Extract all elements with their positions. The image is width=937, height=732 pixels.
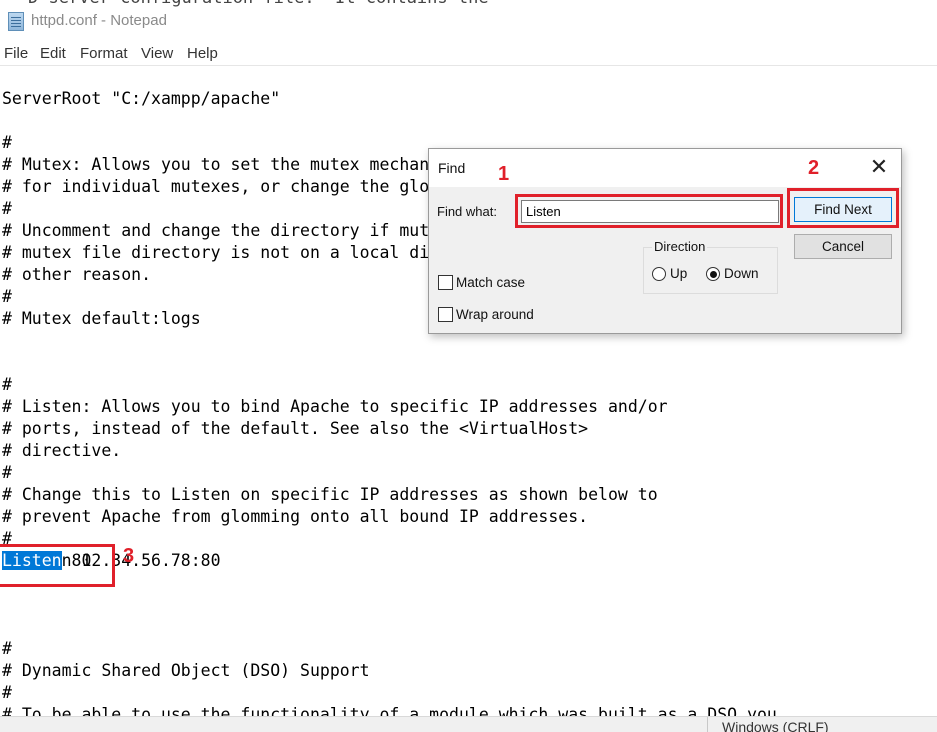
editor-line: # To be able to use the functionality of… [2, 705, 777, 716]
match-case-label: Match case [456, 275, 526, 290]
find-dialog-title: Find [438, 160, 466, 176]
background-window-text: D server configuration file. It contains… [28, 0, 489, 8]
editor-line: # Mutex: Allows you to set the mutex mec… [2, 155, 430, 174]
editor-line: # mutex file directory is not on a local… [2, 243, 430, 262]
editor-line: # other reason. [2, 265, 152, 284]
annotation-number-2: 2 [808, 157, 820, 179]
menu-help[interactable]: Help [187, 45, 218, 62]
status-bar: Windows (CRLF) [0, 716, 937, 732]
window-title: httpd.conf - Notepad [31, 12, 167, 29]
editor-line: # [2, 199, 12, 218]
wrap-around-label: Wrap around [456, 307, 534, 322]
editor-line: # [2, 133, 12, 152]
editor-line: # prevent Apache from glomming onto all … [2, 507, 589, 526]
annotation-number-1: 1 [498, 163, 510, 185]
match-case-checkbox[interactable] [438, 275, 453, 290]
editor-line: # ports, instead of the default. See als… [2, 419, 589, 438]
notepad-icon [8, 12, 24, 31]
editor-line: # for individual mutexes, or change the … [2, 177, 430, 196]
direction-down-label: Down [724, 266, 759, 281]
wrap-around-checkbox[interactable] [438, 307, 453, 322]
direction-label: Direction [652, 239, 708, 254]
line-ending-status: Windows (CRLF) [722, 719, 829, 732]
editor-line: # Change this to Listen on specific IP a… [2, 485, 658, 504]
editor-line: # [2, 375, 12, 394]
direction-up-radio[interactable] [652, 267, 666, 281]
annotation-box-listen-line [0, 544, 115, 587]
direction-up-label: Up [670, 266, 688, 281]
cancel-button[interactable]: Cancel [794, 234, 892, 259]
menu-view[interactable]: View [141, 45, 173, 62]
editor-line: # [2, 287, 12, 306]
menu-edit[interactable]: Edit [40, 45, 66, 62]
editor-line: # Uncomment and change the directory if … [2, 221, 430, 240]
direction-down-radio[interactable] [706, 267, 720, 281]
title-bar: D server configuration file. It contains… [0, 0, 937, 42]
menu-format[interactable]: Format [80, 45, 128, 62]
editor-line: ServerRoot "C:/xampp/apache" [2, 89, 281, 108]
annotation-number-3: 3 [123, 545, 135, 567]
editor-line: # [2, 683, 12, 702]
annotation-box-find-next [787, 188, 899, 228]
menu-file[interactable]: File [4, 45, 28, 62]
annotation-box-find-input [515, 194, 783, 228]
menu-bar: File Edit Format View Help [0, 42, 937, 66]
editor-line: # Listen: Allows you to bind Apache to s… [2, 397, 668, 416]
editor-line: # directive. [2, 441, 122, 460]
editor-line: # Mutex default:logs [2, 309, 201, 328]
close-icon[interactable]: ✕ [865, 155, 893, 181]
editor-line: # Dynamic Shared Object (DSO) Support [2, 661, 370, 680]
find-what-label: Find what: [437, 204, 497, 219]
status-divider [707, 717, 708, 732]
editor-line: # [2, 639, 12, 658]
editor-line: # [2, 463, 12, 482]
